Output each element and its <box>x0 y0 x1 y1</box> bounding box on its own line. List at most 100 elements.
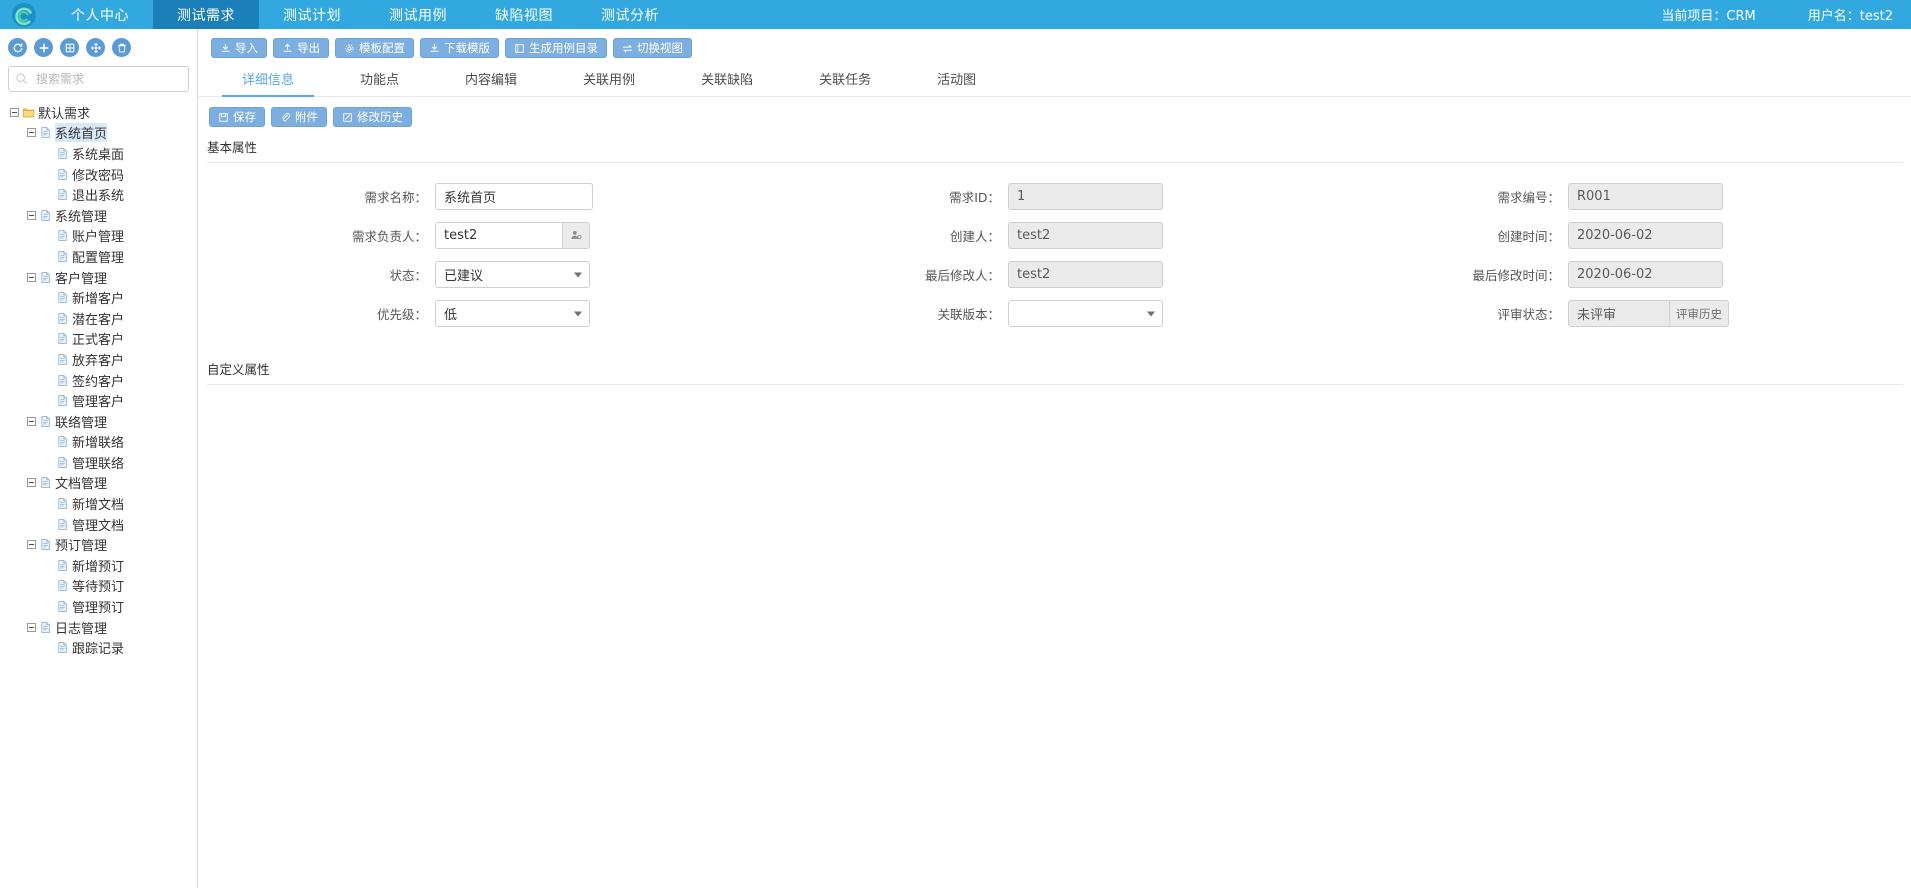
req-code-input <box>1568 183 1723 210</box>
tree-toggle-icon[interactable] <box>27 622 36 632</box>
switch-view-button[interactable]: 切换视图 <box>613 38 692 58</box>
save-button[interactable]: 保存 <box>209 107 265 127</box>
field-label: 需求编号： <box>1497 190 1560 205</box>
req-name-input[interactable] <box>435 183 593 210</box>
tab-activity-diagram[interactable]: 活动图 <box>904 65 1009 96</box>
attachment-button[interactable]: 附件 <box>271 107 327 127</box>
generate-case-catalog-button[interactable]: 生成用例目录 <box>505 38 607 58</box>
tree-item-label: 修改密码 <box>72 168 125 184</box>
gear-icon <box>344 43 355 54</box>
nav-tab-test-requirement[interactable]: 测试需求 <box>153 0 259 29</box>
tree-toggle-icon[interactable] <box>27 478 36 488</box>
tab-detail-info[interactable]: 详细信息 <box>209 65 327 97</box>
tree-item-label: 配置管理 <box>72 250 125 266</box>
field-req-id: 需求ID： <box>739 177 1287 216</box>
tree-item-label: 日志管理 <box>55 621 108 637</box>
add-button[interactable] <box>34 38 53 57</box>
req-owner-input[interactable] <box>435 222 563 249</box>
tree-toggle-icon[interactable] <box>27 416 36 426</box>
tree-item-label: 默认需求 <box>38 106 91 122</box>
tree-item[interactable]: 新增客户 <box>0 287 197 308</box>
tree-item[interactable]: 新增文档 <box>0 493 197 514</box>
export-button[interactable]: 导出 <box>273 38 329 58</box>
tree-item[interactable]: 配置管理 <box>0 246 197 267</box>
search-input[interactable] <box>34 71 182 87</box>
tree-item-label: 退出系统 <box>72 189 125 205</box>
export-icon <box>282 43 293 54</box>
tree-item[interactable]: 修改密码 <box>0 164 197 185</box>
modify-history-button[interactable]: 修改历史 <box>333 107 412 127</box>
form-column-middle: 需求ID： 创建人： 最后修改人： 关联版本： <box>739 177 1287 333</box>
tree-item[interactable]: 新增预订 <box>0 555 197 576</box>
tree-toggle-spacer <box>44 170 53 179</box>
delete-button[interactable] <box>112 38 131 57</box>
nav-tab-test-case[interactable]: 测试用例 <box>365 0 471 29</box>
refresh-button[interactable] <box>8 38 27 57</box>
tab-content-edit[interactable]: 内容编辑 <box>432 65 550 96</box>
tree-item[interactable]: 管理联络 <box>0 452 197 473</box>
download-template-button[interactable]: 下载模版 <box>420 38 499 58</box>
field-label: 创建人： <box>949 229 1000 244</box>
tree-item[interactable]: 签约客户 <box>0 370 197 391</box>
tree-toggle-icon[interactable] <box>10 107 19 117</box>
nav-tab-personal[interactable]: 个人中心 <box>47 0 153 29</box>
app-logo[interactable] <box>0 0 47 29</box>
field-label: 需求负责人： <box>351 229 427 244</box>
tree-item[interactable]: 新增联络 <box>0 432 197 453</box>
tree-item[interactable]: 系统管理 <box>0 205 197 226</box>
user-picker-button[interactable] <box>563 222 590 249</box>
nav-tab-label: 测试分析 <box>601 7 659 24</box>
tree-toggle-spacer <box>44 458 53 467</box>
tree-item-label: 新增联络 <box>72 436 125 452</box>
tree-item[interactable]: 潜在客户 <box>0 308 197 329</box>
tab-related-defect[interactable]: 关联缺陷 <box>668 65 786 96</box>
tree-item[interactable]: 放弃客户 <box>0 349 197 370</box>
move-button[interactable] <box>86 38 105 57</box>
field-status: 状态： 已建议 <box>199 255 739 294</box>
tree-item[interactable]: 账户管理 <box>0 226 197 247</box>
tree-item[interactable]: 客户管理 <box>0 267 197 288</box>
tree-item[interactable]: 管理客户 <box>0 390 197 411</box>
username-label[interactable]: 用户名：test2 <box>1808 5 1893 24</box>
tree-item-label: 放弃客户 <box>72 353 125 369</box>
tree-item-label: 潜在客户 <box>72 312 125 328</box>
search-box[interactable] <box>8 66 189 92</box>
file-icon <box>56 600 72 613</box>
template-config-button[interactable]: 模板配置 <box>335 38 414 58</box>
tree-item-label: 账户管理 <box>72 230 125 246</box>
tree-item[interactable]: 管理预订 <box>0 596 197 617</box>
tree-item[interactable]: 管理文档 <box>0 514 197 535</box>
tree-item[interactable]: 系统首页 <box>0 123 197 144</box>
related-version-select[interactable] <box>1008 300 1163 327</box>
custom-attributes-title: 自定义属性 <box>207 362 270 377</box>
tree-item[interactable]: 系统桌面 <box>0 143 197 164</box>
tree-toggle-icon[interactable] <box>27 272 36 282</box>
priority-select[interactable]: 低 <box>435 300 590 327</box>
expand-button[interactable] <box>60 38 79 57</box>
import-button[interactable]: 导入 <box>211 38 267 58</box>
review-history-button[interactable]: 评审历史 <box>1670 300 1729 327</box>
tree-toggle-icon[interactable] <box>27 540 36 550</box>
tree-item[interactable]: 正式客户 <box>0 329 197 350</box>
tree-item[interactable]: 预订管理 <box>0 534 197 555</box>
nav-tab-test-analysis[interactable]: 测试分析 <box>577 0 683 29</box>
tab-function-point[interactable]: 功能点 <box>327 65 432 96</box>
tree-item[interactable]: 等待预订 <box>0 576 197 597</box>
nav-tab-test-plan[interactable]: 测试计划 <box>259 0 365 29</box>
button-label: 导入 <box>235 41 258 55</box>
tree-item[interactable]: 默认需求 <box>0 102 197 123</box>
tree-item[interactable]: 退出系统 <box>0 184 197 205</box>
tab-related-task[interactable]: 关联任务 <box>786 65 904 96</box>
tree-item[interactable]: 日志管理 <box>0 617 197 638</box>
nav-tab-defect-view[interactable]: 缺陷视图 <box>471 0 577 29</box>
status-select[interactable]: 已建议 <box>435 261 590 288</box>
field-creator: 创建人： <box>739 216 1287 255</box>
tab-related-case[interactable]: 关联用例 <box>550 65 668 96</box>
tree-item[interactable]: 跟踪记录 <box>0 637 197 658</box>
button-label: 修改历史 <box>357 110 403 124</box>
search-icon <box>15 70 28 89</box>
tree-toggle-icon[interactable] <box>27 210 36 220</box>
tree-item[interactable]: 文档管理 <box>0 473 197 494</box>
tree-item[interactable]: 联络管理 <box>0 411 197 432</box>
tree-toggle-icon[interactable] <box>27 128 36 138</box>
